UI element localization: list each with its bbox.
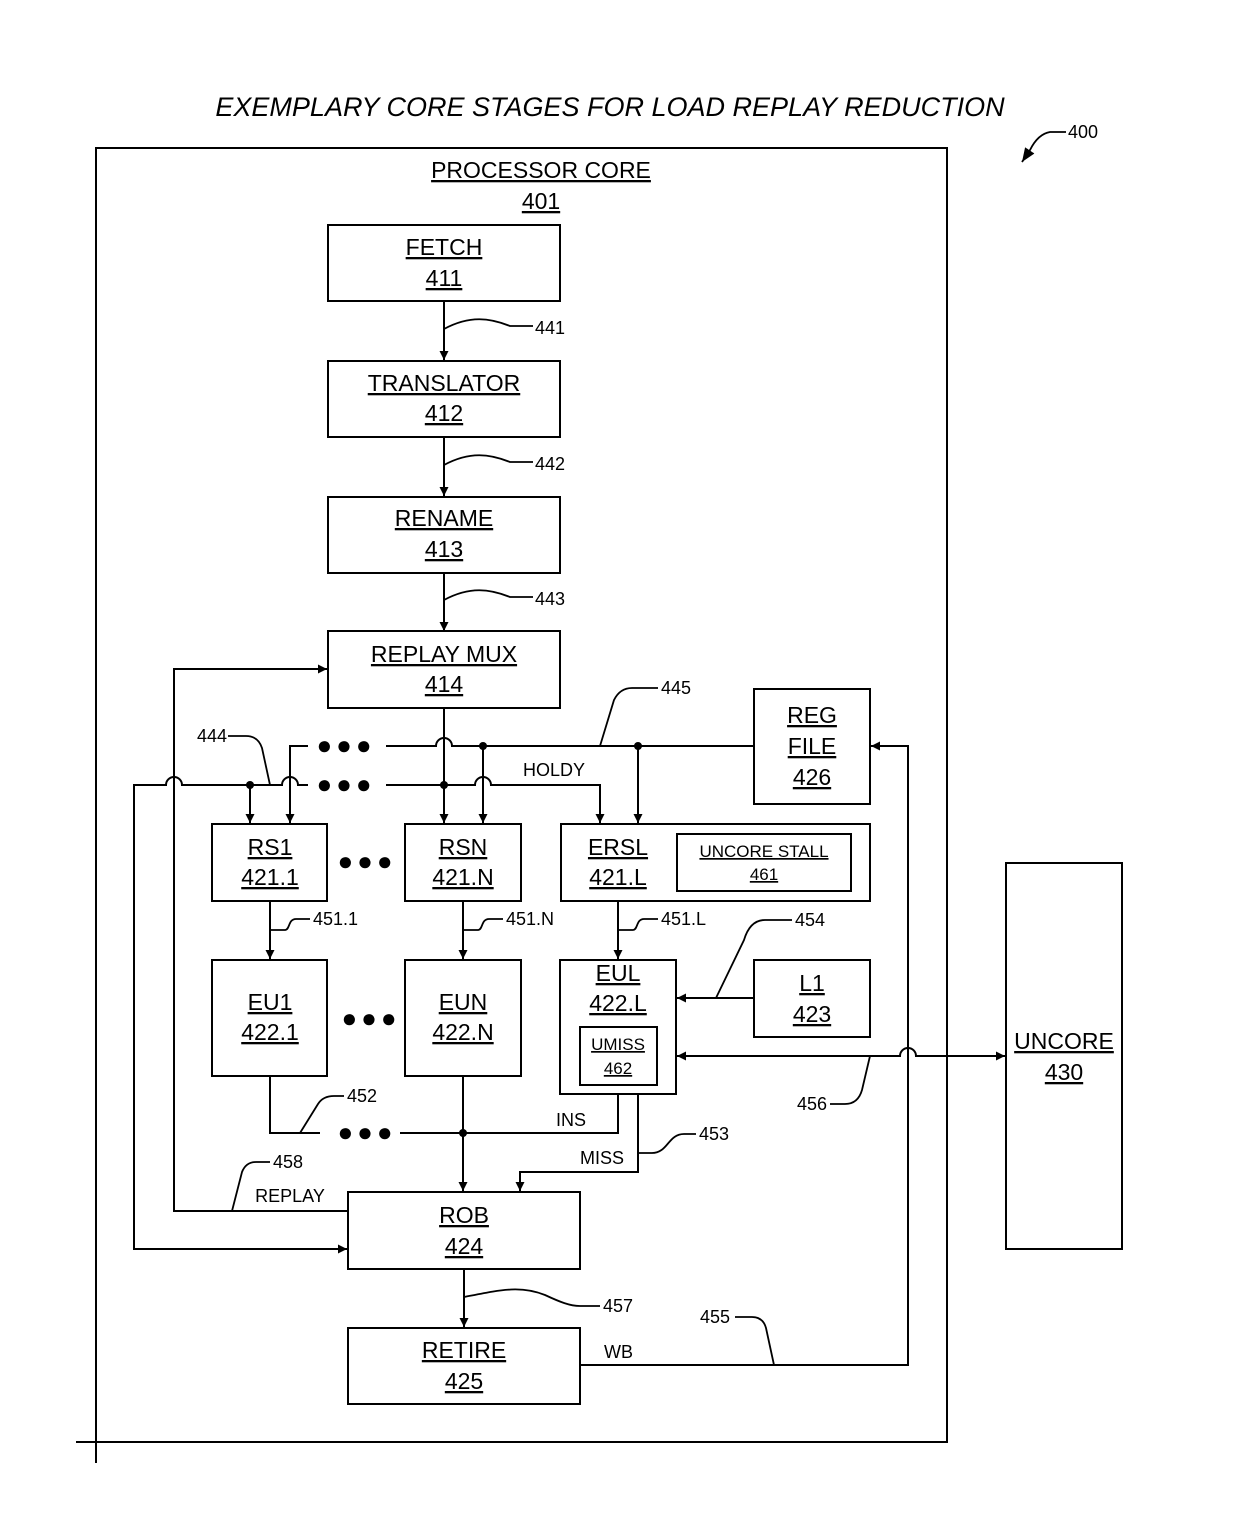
svg-text:EUL: EUL xyxy=(596,960,641,986)
signal-wb: WB xyxy=(604,1342,633,1362)
svg-text:457: 457 xyxy=(603,1296,633,1316)
translator-block: TRANSLATOR 412 xyxy=(327,360,561,438)
svg-text:421.1: 421.1 xyxy=(241,864,299,890)
rename-block: RENAME 413 xyxy=(327,496,561,574)
connection-453: 453 MISS xyxy=(515,1094,729,1191)
connection-457: 457 xyxy=(459,1269,633,1327)
svg-text:421.L: 421.L xyxy=(589,864,647,890)
rob-block: ROB 424 xyxy=(347,1191,581,1270)
svg-text:FILE: FILE xyxy=(788,733,837,759)
svg-text:ERSL: ERSL xyxy=(588,834,648,860)
svg-text:458: 458 xyxy=(273,1152,303,1172)
svg-text:REPLAY MUX: REPLAY MUX xyxy=(371,641,517,667)
connection-442: 442 xyxy=(439,437,565,496)
ellipsis-452: ●●● xyxy=(337,1117,396,1147)
connection-451-n: 451.N xyxy=(458,901,554,959)
umiss-block: UMISS 462 xyxy=(579,1026,658,1086)
svg-text:444: 444 xyxy=(197,726,227,746)
connection-451-l: 451.L xyxy=(613,901,706,959)
svg-text:451.1: 451.1 xyxy=(313,909,358,929)
l1-block: L1 423 xyxy=(753,959,871,1038)
svg-text:ROB: ROB xyxy=(439,1202,489,1228)
replay-mux-block: REPLAY MUX 414 xyxy=(327,630,561,709)
svg-text:422.L: 422.L xyxy=(589,990,647,1016)
svg-text:445: 445 xyxy=(661,678,691,698)
svg-text:RETIRE: RETIRE xyxy=(422,1337,506,1363)
svg-text:456: 456 xyxy=(797,1094,827,1114)
svg-text:EUN: EUN xyxy=(439,989,488,1015)
svg-text:453: 453 xyxy=(699,1124,729,1144)
figure-title: EXEMPLARY CORE STAGES FOR LOAD REPLAY RE… xyxy=(215,92,1005,122)
processor-core-label: PROCESSOR CORE xyxy=(431,157,651,183)
svg-text:441: 441 xyxy=(535,318,565,338)
svg-text:400: 400 xyxy=(1068,122,1098,142)
svg-text:423: 423 xyxy=(793,1001,831,1027)
eul-block: EUL 422.L UMISS 462 xyxy=(559,959,677,1095)
svg-text:412: 412 xyxy=(425,400,463,426)
svg-text:451.L: 451.L xyxy=(661,909,706,929)
svg-text:RENAME: RENAME xyxy=(395,505,493,531)
svg-text:455: 455 xyxy=(700,1307,730,1327)
eun-block: EUN 422.N xyxy=(404,959,522,1077)
eu1-block: EU1 422.1 xyxy=(211,959,328,1077)
svg-text:411: 411 xyxy=(426,265,463,291)
svg-text:TRANSLATOR: TRANSLATOR xyxy=(368,370,521,396)
connection-456: 456 xyxy=(677,1047,1005,1114)
svg-text:451.N: 451.N xyxy=(506,909,554,929)
ellipsis-upper: ●●● xyxy=(316,730,375,760)
svg-text:452: 452 xyxy=(347,1086,377,1106)
rs1-block: RS1 421.1 xyxy=(211,823,328,902)
signal-replay: REPLAY xyxy=(255,1186,325,1206)
svg-text:RS1: RS1 xyxy=(248,834,293,860)
ellipsis-rs: ●●● xyxy=(337,846,396,876)
svg-text:UMISS: UMISS xyxy=(591,1035,645,1054)
svg-text:UNCORE STALL: UNCORE STALL xyxy=(699,842,828,861)
svg-text:454: 454 xyxy=(795,910,825,930)
svg-text:425: 425 xyxy=(445,1368,483,1394)
svg-text:RSN: RSN xyxy=(439,834,488,860)
fetch-block: FETCH 411 xyxy=(327,224,561,302)
svg-text:426: 426 xyxy=(793,764,831,790)
svg-text:443: 443 xyxy=(535,589,565,609)
svg-text:430: 430 xyxy=(1045,1059,1083,1085)
processor-core-ref: 401 xyxy=(522,188,560,214)
ellipsis-eu: ●●● xyxy=(341,1003,400,1033)
svg-text:414: 414 xyxy=(425,671,464,697)
svg-text:L1: L1 xyxy=(799,970,825,996)
connection-451-1: 451.1 xyxy=(265,901,358,959)
uncore-stall-block: UNCORE STALL 461 xyxy=(676,833,852,892)
connection-441: 441 xyxy=(439,301,565,360)
uncore-block: UNCORE 430 xyxy=(1005,862,1123,1250)
ersl-block: ERSL 421.L UNCORE STALL 461 xyxy=(560,823,871,902)
connection-443: 443 xyxy=(439,573,565,631)
svg-text:UNCORE: UNCORE xyxy=(1014,1028,1114,1054)
svg-text:422.1: 422.1 xyxy=(241,1019,299,1045)
signal-miss: MISS xyxy=(580,1148,624,1168)
svg-text:462: 462 xyxy=(604,1059,632,1078)
rsn-block: RSN 421.N xyxy=(404,823,522,902)
svg-text:REG: REG xyxy=(787,702,837,728)
svg-text:EU1: EU1 xyxy=(248,989,293,1015)
bus-444: 444 ●●● HOLDY xyxy=(133,708,605,1254)
core-stages-diagram: EXEMPLARY CORE STAGES FOR LOAD REPLAY RE… xyxy=(76,92,1123,1463)
svg-text:461: 461 xyxy=(750,865,778,884)
signal-holdy: HOLDY xyxy=(523,760,585,780)
reg-file-block: REG FILE 426 xyxy=(753,688,871,805)
svg-text:424: 424 xyxy=(445,1233,484,1259)
svg-text:FETCH: FETCH xyxy=(406,234,483,260)
ellipsis-lower: ●●● xyxy=(316,769,375,799)
svg-text:422.N: 422.N xyxy=(432,1019,493,1045)
signal-ins: INS xyxy=(556,1110,586,1130)
figure-ref-400: 400 xyxy=(1021,122,1098,163)
svg-text:421.N: 421.N xyxy=(432,864,493,890)
retire-block: RETIRE 425 xyxy=(347,1327,581,1405)
svg-text:413: 413 xyxy=(425,536,463,562)
svg-text:442: 442 xyxy=(535,454,565,474)
